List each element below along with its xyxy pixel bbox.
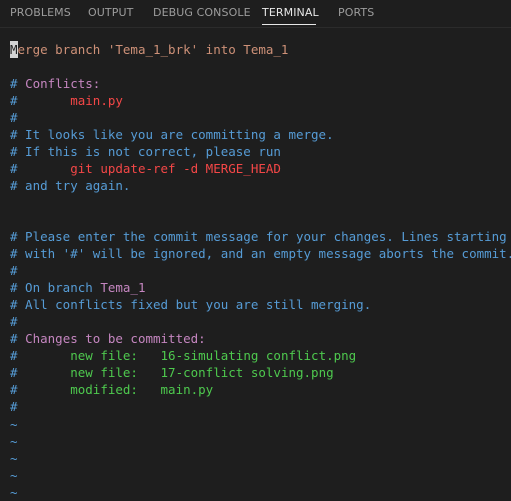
change-file: 16-simulating conflict.png: [160, 348, 357, 363]
commit-warning-1: # It looks like you are committing a mer…: [10, 127, 334, 142]
change-status: new file:: [70, 348, 138, 363]
comment-hash: #: [10, 331, 26, 346]
comment-line: #: [10, 110, 18, 125]
branch-line: # On branch Tema_1: [10, 279, 145, 296]
try-again-line: # and try again.: [10, 178, 131, 193]
staged-change-row: # new file: 17-conflict solving.png: [10, 364, 334, 381]
update-ref-command: git update-ref -d MERGE_HEAD: [70, 161, 281, 176]
change-status: modified:: [70, 382, 138, 397]
change-file: main.py: [160, 382, 214, 397]
merge-subject-text: erge branch 'Tema_1_brk' into Tema_1: [17, 42, 289, 57]
conflicts-header: Conflicts:: [25, 76, 101, 91]
comment-hash: #: [10, 348, 71, 363]
tab-problems[interactable]: PROBLEMS: [10, 6, 71, 20]
staged-change-row: # modified: main.py: [10, 381, 213, 398]
update-ref-line: # git update-ref -d MERGE_HEAD: [10, 160, 281, 177]
comment-line: #: [10, 399, 18, 414]
active-tab-indicator: [262, 24, 316, 25]
comment-hash: #: [10, 365, 71, 380]
conflict-file: main.py: [70, 93, 123, 108]
comment-line: #: [10, 314, 18, 329]
comment-hash: #: [10, 161, 71, 176]
comment-hash: #: [10, 76, 26, 91]
tab-debug-console[interactable]: DEBUG CONSOLE: [153, 6, 251, 20]
conflict-file-line: # main.py: [10, 92, 123, 109]
commit-warning-2: # If this is not correct, please run: [10, 144, 281, 159]
comment-line: #: [10, 263, 18, 278]
text-cursor: M: [10, 41, 18, 58]
change-file: 17-conflict solving.png: [160, 365, 334, 380]
all-conflicts-fixed-line: # All conflicts fixed but you are still …: [10, 297, 372, 312]
comment-hash: #: [10, 382, 71, 397]
branch-name: Tema_1: [100, 280, 146, 295]
commit-message-hint-2: # with '#' will be ignored, and an empty…: [10, 246, 511, 261]
changes-header-line: # Changes to be committed:: [10, 330, 206, 347]
merge-commit-subject: Merge branch 'Tema_1_brk' into Tema_1: [10, 41, 288, 58]
terminal-editor[interactable]: Merge branch 'Tema_1_brk' into Tema_1 # …: [0, 39, 511, 500]
commit-message-hint-1: # Please enter the commit message for yo…: [10, 229, 507, 244]
conflicts-header-line: # Conflicts:: [10, 75, 100, 92]
empty-line-tilde: ~: [10, 451, 18, 466]
tab-ports[interactable]: PORTS: [338, 6, 374, 20]
changes-header: Changes to be committed:: [25, 331, 206, 346]
change-status: new file:: [70, 365, 138, 380]
empty-line-tilde: ~: [10, 485, 18, 500]
panel-tab-bar: PROBLEMS OUTPUT DEBUG CONSOLE TERMINAL P…: [0, 0, 511, 28]
comment-hash: #: [10, 93, 71, 108]
tab-terminal[interactable]: TERMINAL: [262, 6, 319, 20]
empty-line-tilde: ~: [10, 468, 18, 483]
staged-change-row: # new file: 16-simulating conflict.png: [10, 347, 356, 364]
branch-prefix: # On branch: [10, 280, 101, 295]
empty-line-tilde: ~: [10, 434, 18, 449]
tab-output[interactable]: OUTPUT: [88, 6, 133, 20]
empty-line-tilde: ~: [10, 417, 18, 432]
